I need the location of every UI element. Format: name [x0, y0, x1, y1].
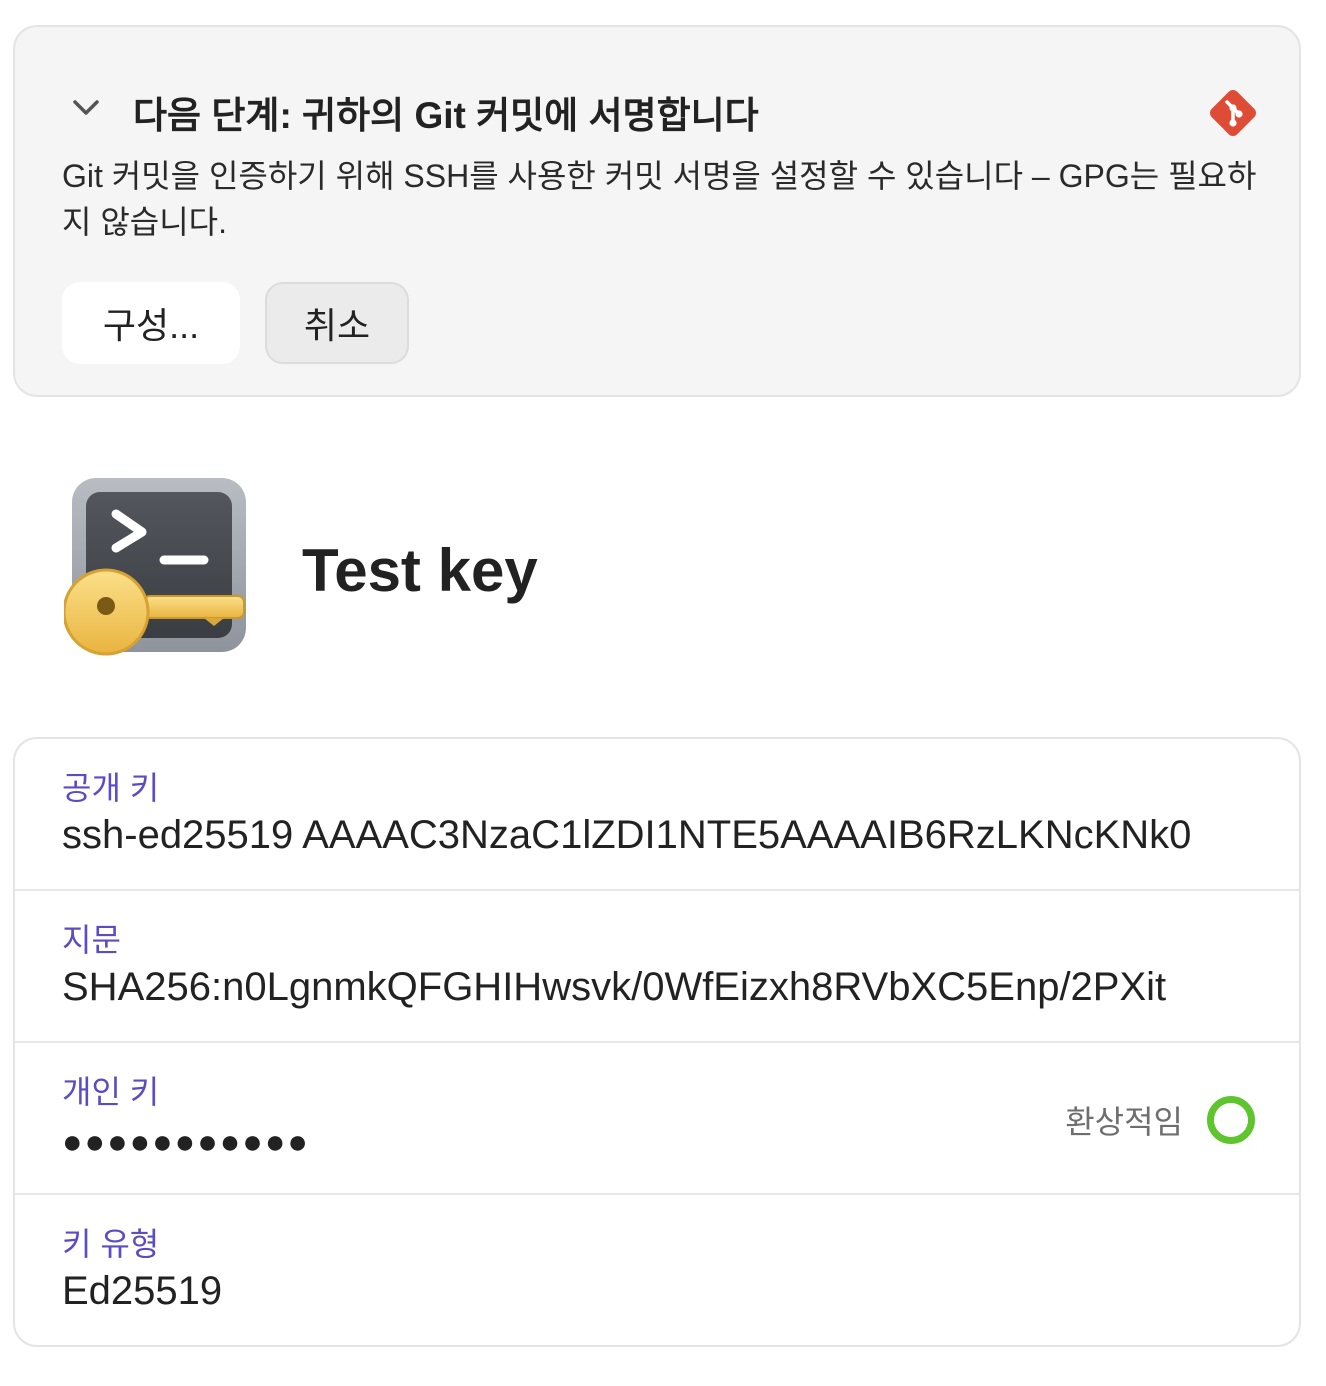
banner-title: 다음 단계: 귀하의 Git 커밋에 서명합니다	[133, 95, 759, 136]
strength-label: 환상적임	[1065, 1104, 1183, 1140]
public-key-value[interactable]: ssh-ed25519 AAAAC3NzaC1lZDI1NTE5AAAAIB6R…	[62, 813, 1258, 858]
strength-ring-icon	[1207, 1096, 1255, 1144]
configure-button[interactable]: 구성...	[62, 282, 240, 364]
fingerprint-label: 지문	[62, 922, 121, 958]
key-type-label: 키 유형	[62, 1226, 160, 1262]
git-icon	[1210, 90, 1256, 136]
fingerprint-value[interactable]: SHA256:n0LgnmkQFGHIHwsvk/0WfEizxh8RVbXC5…	[62, 965, 1258, 1010]
key-details-list: 공개 키 ssh-ed25519 AAAAC3NzaC1lZDI1NTE5AAA…	[13, 737, 1301, 1347]
cancel-button[interactable]: 취소	[265, 282, 409, 364]
key-title: Test key	[302, 537, 538, 604]
private-key-label: 개인 키	[62, 1074, 160, 1110]
fingerprint-row[interactable]: 지문 SHA256:n0LgnmkQFGHIHwsvk/0WfEizxh8RVb…	[15, 891, 1299, 1043]
banner-header: 다음 단계: 귀하의 Git 커밋에 서명합니다	[15, 79, 1299, 143]
password-strength: 환상적임	[1065, 1095, 1255, 1145]
key-type-row[interactable]: 키 유형 Ed25519	[15, 1195, 1299, 1345]
public-key-row[interactable]: 공개 키 ssh-ed25519 AAAAC3NzaC1lZDI1NTE5AAA…	[15, 739, 1299, 891]
key-type-value[interactable]: Ed25519	[62, 1269, 1258, 1314]
public-key-label: 공개 키	[62, 770, 160, 806]
chevron-down-icon[interactable]	[69, 91, 103, 125]
key-header: Test key	[64, 476, 1264, 666]
git-signing-banner: 다음 단계: 귀하의 Git 커밋에 서명합니다 Git 커밋을 인증하기 위해…	[13, 25, 1301, 397]
private-key-row[interactable]: 개인 키 ●●●●●●●●●●● 환상적임	[15, 1043, 1299, 1195]
banner-description: Git 커밋을 인증하기 위해 SSH를 사용한 커밋 서명을 설정할 수 있습…	[62, 158, 1257, 240]
ssh-key-app-icon	[64, 478, 246, 656]
